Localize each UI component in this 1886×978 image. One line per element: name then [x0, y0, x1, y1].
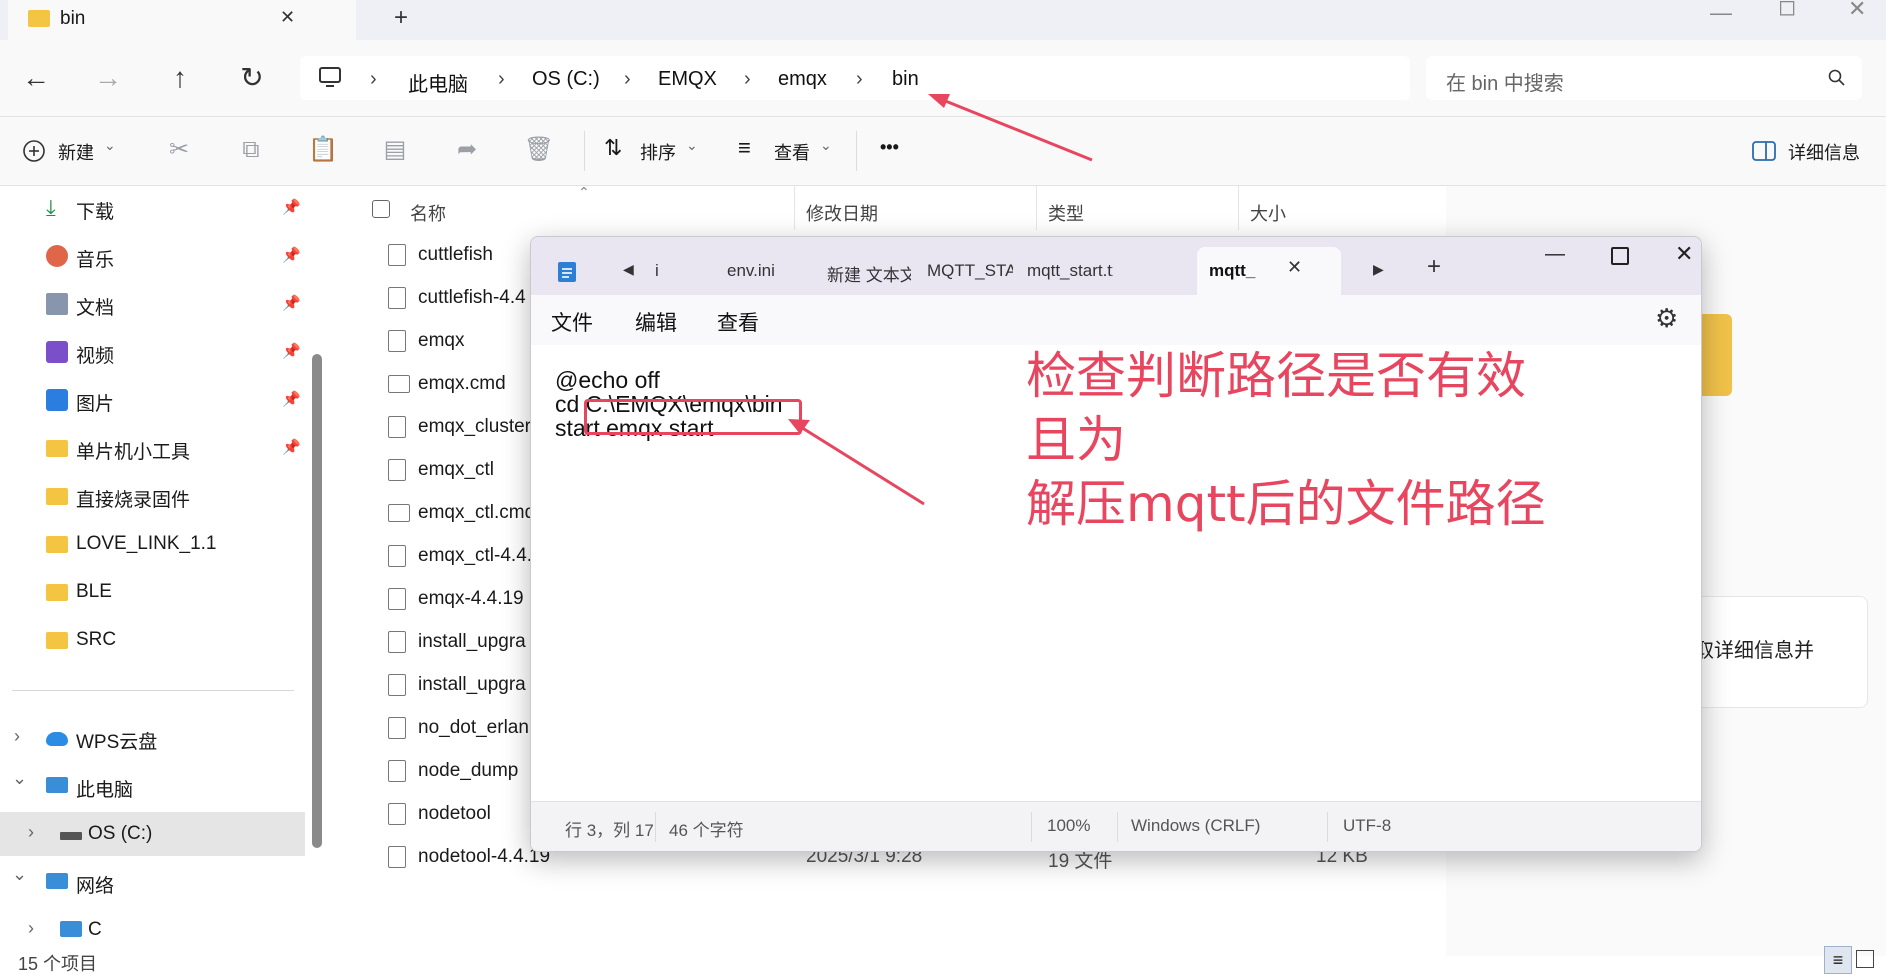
annotation-arrows [788, 94, 1093, 506]
arrow-to-path [795, 422, 925, 506]
arrow-to-breadcrumb [937, 96, 1093, 162]
arrowhead-breadcrumb [928, 94, 950, 108]
